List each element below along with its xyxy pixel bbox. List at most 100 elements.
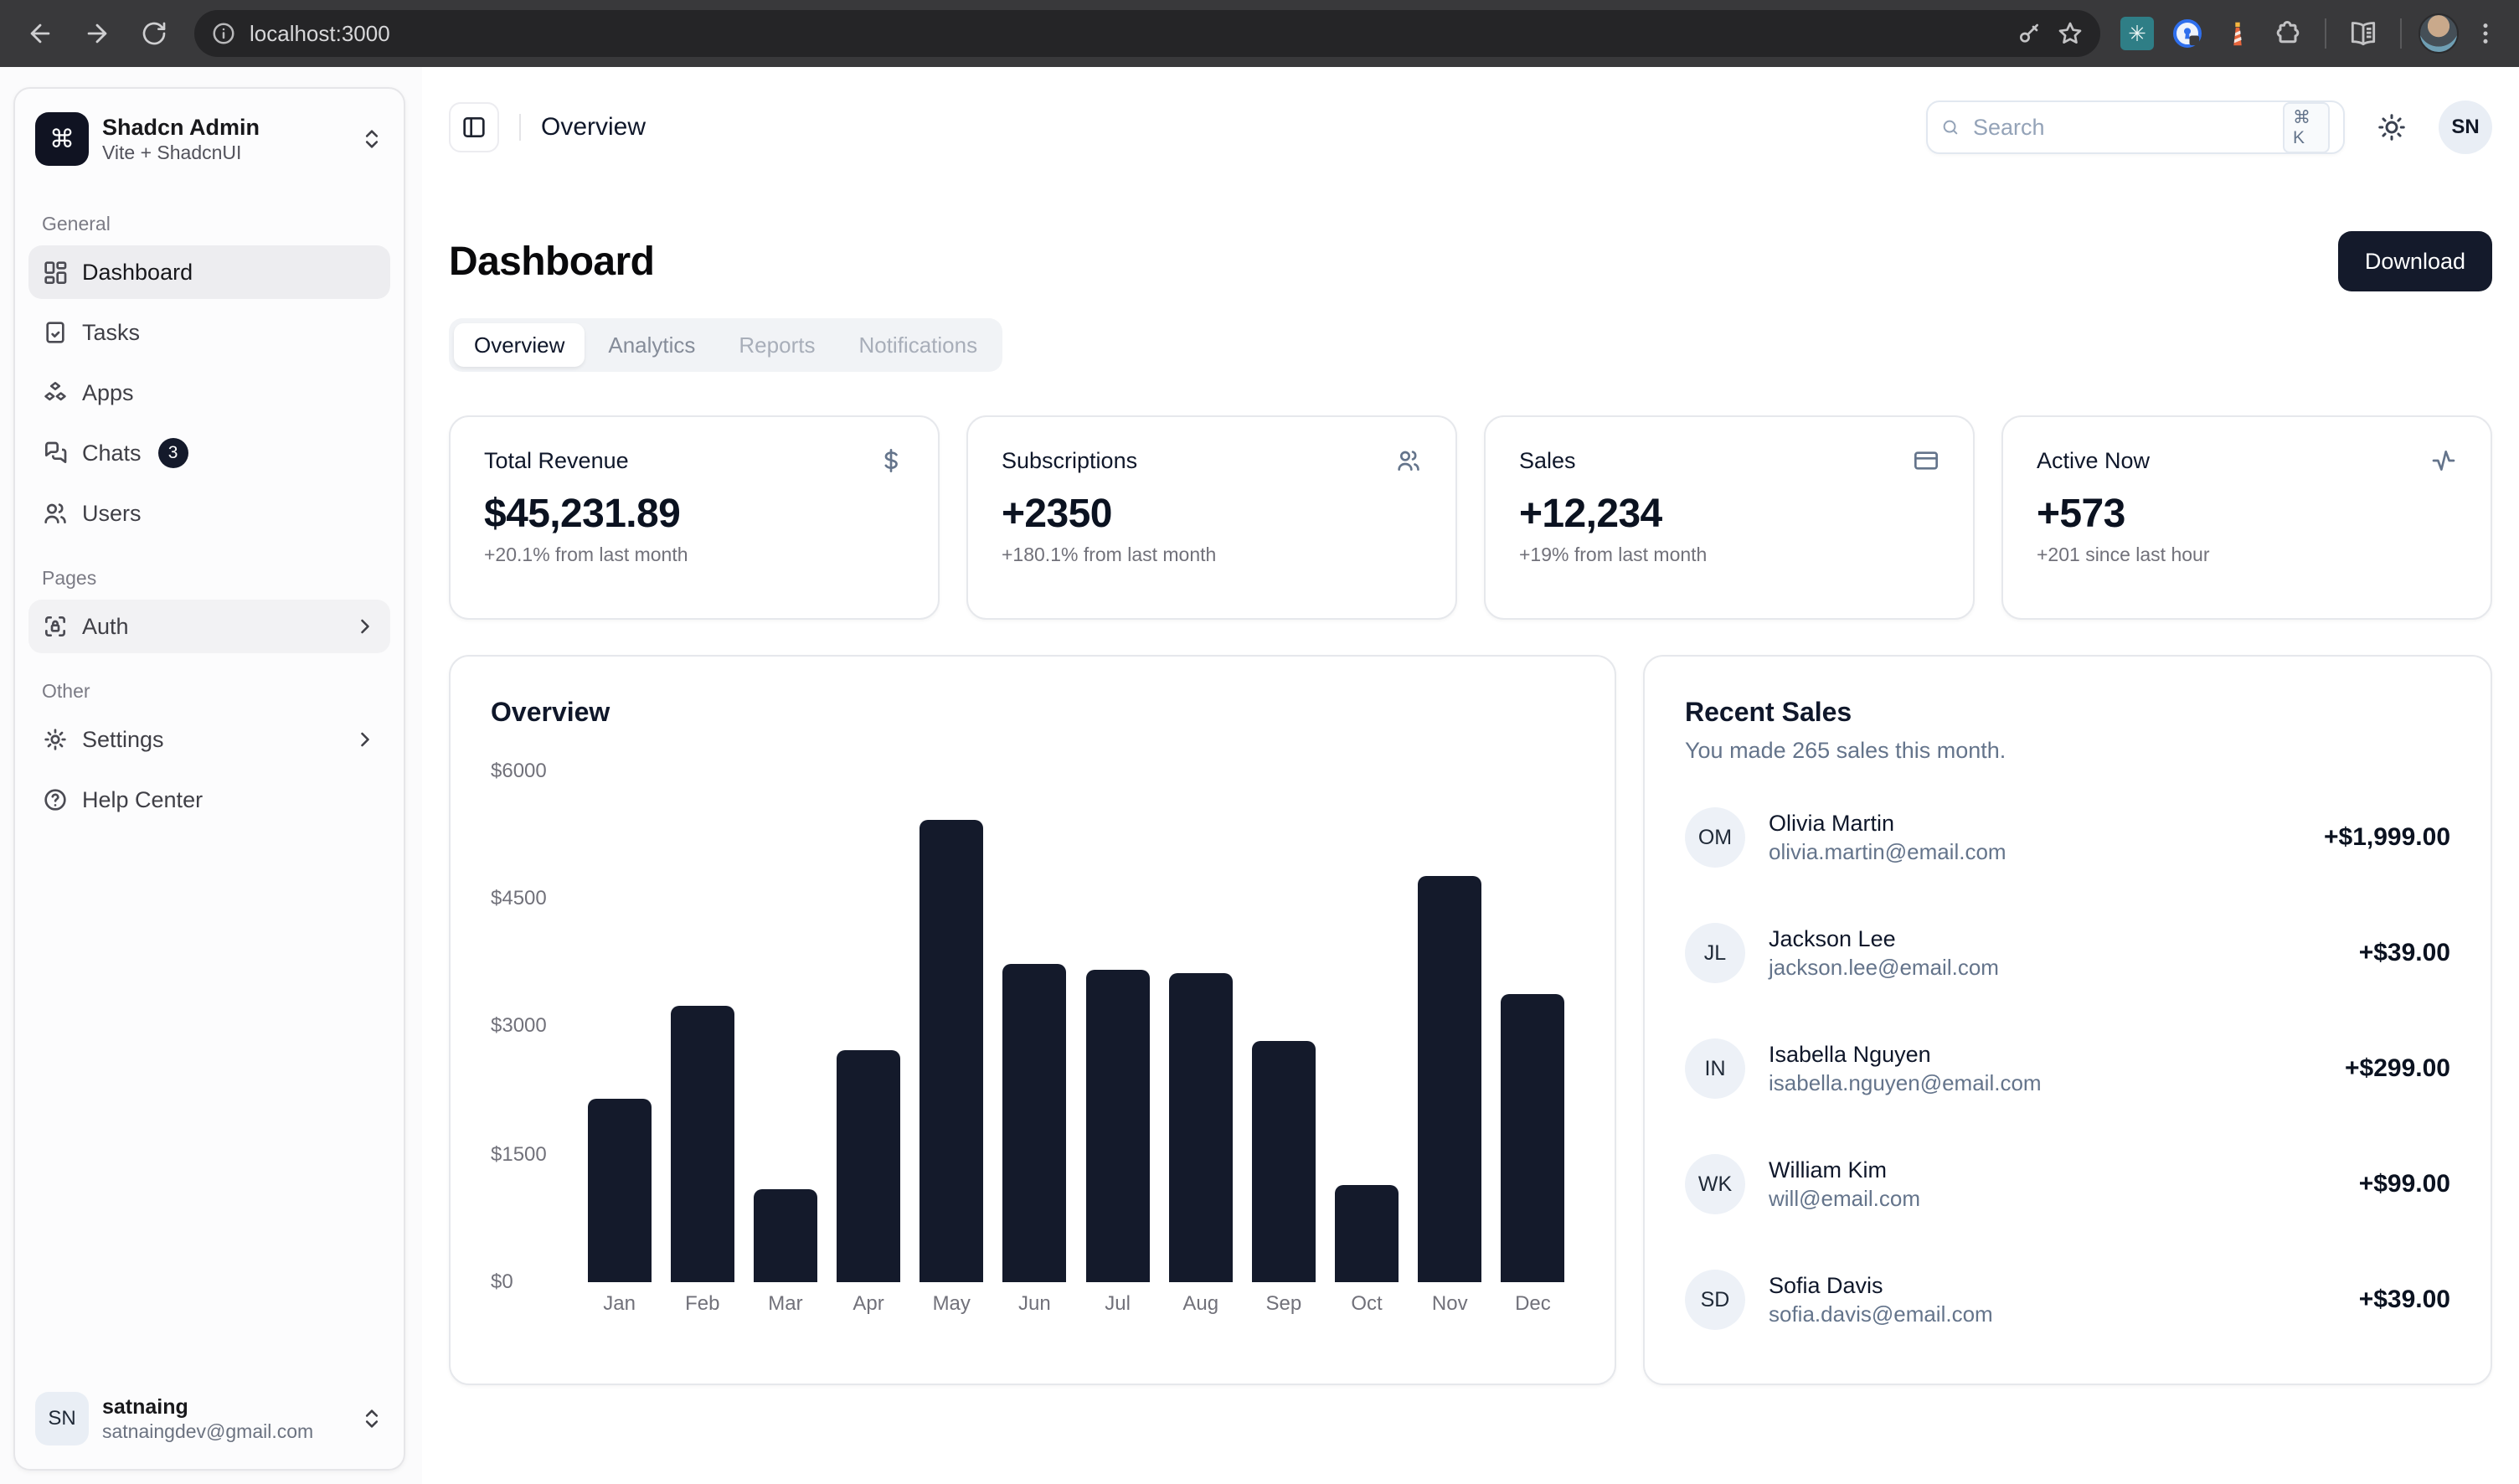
vertical-dots-icon	[2472, 20, 2499, 47]
chart-title: Overview	[491, 697, 1574, 728]
bar-nov	[1418, 876, 1481, 1282]
chart-plot-area	[578, 771, 1574, 1282]
customer-name: Sofia Davis	[1769, 1271, 1993, 1300]
avatar: WK	[1685, 1154, 1745, 1214]
main-content: Overview ⌘ K SN Dashboard Download Overv…	[422, 67, 2519, 1484]
sidebar-item-users[interactable]: Users	[28, 487, 390, 540]
bar-aug	[1169, 973, 1233, 1282]
bar-dec	[1501, 994, 1564, 1282]
app-header: Overview ⌘ K SN	[449, 100, 2492, 154]
tab-notifications[interactable]: Notifications	[838, 323, 997, 367]
bar-chart: $6000 $4500 $3000 $1500 $0	[491, 771, 1574, 1316]
browser-reload-button[interactable]	[131, 10, 178, 57]
browser-back-button[interactable]	[17, 10, 64, 57]
stat-note: +20.1% from last month	[484, 544, 904, 566]
password-key-icon[interactable]	[2017, 20, 2043, 47]
tab-reports[interactable]: Reports	[719, 323, 835, 367]
customer-email: sofia.davis@email.com	[1769, 1300, 1993, 1328]
sidebar-item-dashboard[interactable]: Dashboard	[28, 245, 390, 299]
sidebar-item-label: Chats	[82, 441, 142, 466]
sidebar-item-help-center[interactable]: Help Center	[28, 773, 390, 827]
chevron-right-icon	[353, 615, 377, 638]
recent-sales-list: OM Olivia Martin olivia.martin@email.com…	[1685, 801, 2450, 1337]
customer-email: will@email.com	[1769, 1184, 1920, 1213]
user-avatar: SN	[35, 1392, 89, 1445]
bar-mar	[754, 1189, 817, 1282]
bar-may	[920, 820, 983, 1282]
tasks-icon	[42, 319, 69, 346]
sidebar-item-chats[interactable]: Chats 3	[28, 426, 390, 480]
app-subtitle: Vite + ShadcnUI	[102, 141, 347, 164]
customer-name: Jackson Lee	[1769, 925, 1999, 953]
extension-lighthouse-icon[interactable]	[2218, 13, 2258, 54]
theme-toggle-button[interactable]	[2372, 112, 2412, 142]
x-tick: Mar	[744, 1292, 827, 1316]
download-button[interactable]: Download	[2338, 231, 2492, 291]
chats-badge: 3	[158, 438, 188, 468]
list-item: OM Olivia Martin olivia.martin@email.com…	[1685, 801, 2450, 874]
bookmark-star-icon[interactable]	[2057, 20, 2084, 47]
customer-name: William Kim	[1769, 1156, 1920, 1184]
x-tick: Jul	[1076, 1292, 1159, 1316]
profile-menu-button[interactable]: SN	[2439, 100, 2492, 154]
site-info-icon[interactable]	[211, 21, 236, 46]
y-tick: $1500	[491, 1143, 547, 1167]
customer-email: olivia.martin@email.com	[1769, 837, 2006, 866]
credit-card-icon	[1913, 447, 1939, 474]
avatar: IN	[1685, 1038, 1745, 1099]
address-bar[interactable]: localhost:3000	[194, 10, 2100, 57]
browser-toolbar: localhost:3000 ✳	[0, 0, 2519, 67]
extensions-puzzle-icon[interactable]	[2268, 13, 2308, 54]
y-tick: $4500	[491, 887, 547, 910]
workspace-switcher[interactable]: ⌘ Shadcn Admin Vite + ShadcnUI	[28, 102, 390, 176]
x-tick: Oct	[1325, 1292, 1408, 1316]
y-tick: $6000	[491, 760, 547, 783]
sidebar-item-label: Apps	[82, 380, 134, 406]
browser-forward-button[interactable]	[74, 10, 121, 57]
sidebar-item-auth[interactable]: Auth	[28, 600, 390, 653]
tab-analytics[interactable]: Analytics	[588, 323, 715, 367]
search-box[interactable]: ⌘ K	[1926, 100, 2345, 154]
x-tick: Sep	[1242, 1292, 1325, 1316]
search-icon	[1941, 116, 1960, 139]
tab-overview[interactable]: Overview	[454, 323, 585, 367]
sidebar-toggle-button[interactable]	[449, 102, 499, 152]
bar-oct	[1335, 1185, 1399, 1282]
sidebar-item-settings[interactable]: Settings	[28, 713, 390, 766]
sidebar: ⌘ Shadcn Admin Vite + ShadcnUI General D…	[13, 87, 405, 1471]
customer-name: Isabella Nguyen	[1769, 1040, 2042, 1069]
sidebar-nav-other: Settings Help Center	[28, 713, 390, 827]
stat-card-active-now: Active Now +573 +201 since last hour	[2001, 415, 2492, 620]
browser-menu-button[interactable]	[2469, 10, 2502, 57]
arrow-right-icon	[83, 19, 111, 48]
url-text[interactable]: localhost:3000	[250, 21, 390, 47]
list-item: SD Sofia Davis sofia.davis@email.com +$3…	[1685, 1263, 2450, 1337]
sidebar-item-label: Tasks	[82, 320, 140, 346]
stat-value: +12,234	[1519, 491, 1939, 537]
chats-icon	[42, 440, 69, 466]
extension-teal-icon[interactable]: ✳	[2117, 13, 2157, 54]
browser-profile-avatar[interactable]	[2419, 13, 2459, 54]
stat-note: +19% from last month	[1519, 544, 1939, 566]
sidebar-item-apps[interactable]: Apps	[28, 366, 390, 420]
reading-list-icon[interactable]	[2343, 13, 2383, 54]
sale-amount: +$1,999.00	[2324, 823, 2450, 852]
sidebar-section-other: Other	[28, 680, 390, 703]
search-input[interactable]	[1973, 115, 2269, 141]
sidebar-nav-general: Dashboard Tasks Apps Chats 3 Users	[28, 245, 390, 540]
customer-email: isabella.nguyen@email.com	[1769, 1069, 2042, 1097]
sidebar-item-tasks[interactable]: Tasks	[28, 306, 390, 359]
toolbar-divider	[2325, 18, 2326, 49]
stat-title: Sales	[1519, 448, 1576, 474]
stat-value: +573	[2037, 491, 2457, 537]
app-logo: ⌘	[35, 112, 89, 166]
y-tick: $0	[491, 1270, 513, 1294]
x-tick: Nov	[1409, 1292, 1491, 1316]
extension-1password-icon[interactable]	[2167, 13, 2207, 54]
users-icon	[42, 500, 69, 527]
user-menu[interactable]: SN satnaing satnaingdev@gmail.com	[28, 1382, 390, 1456]
stat-value: +2350	[1002, 491, 1422, 537]
chart-x-axis: Jan Feb Mar Apr May Jun Jul Aug Sep Oct …	[578, 1292, 1574, 1316]
avatar: JL	[1685, 923, 1745, 983]
x-tick: Jan	[578, 1292, 661, 1316]
